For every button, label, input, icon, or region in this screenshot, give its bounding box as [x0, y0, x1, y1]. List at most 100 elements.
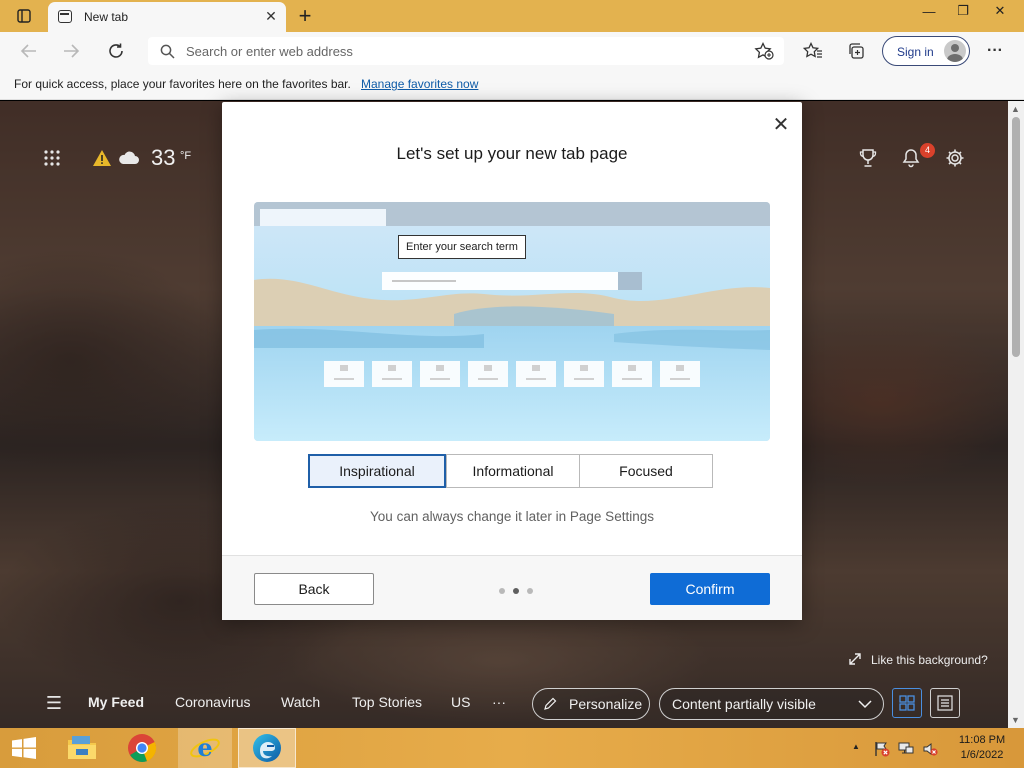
step-dot-1 — [499, 588, 505, 594]
forward-nav-button[interactable] — [58, 39, 84, 63]
svg-text:e: e — [197, 733, 212, 762]
avatar — [944, 40, 966, 62]
bell-icon — [902, 149, 920, 168]
file-explorer-icon[interactable] — [58, 728, 106, 768]
action-center-flag-icon[interactable] — [874, 741, 890, 757]
close-window-button[interactable]: ✕ — [982, 0, 1018, 22]
add-favorite-icon[interactable] — [754, 42, 774, 60]
new-tab-page-icon — [58, 10, 72, 23]
app-launcher-button[interactable] — [40, 146, 64, 170]
address-bar[interactable] — [148, 37, 784, 65]
tab-title: New tab — [84, 10, 129, 24]
sign-in-label: Sign in — [897, 45, 934, 59]
browser-toolbar: Sign in ··· — [0, 32, 1024, 70]
trophy-icon — [859, 149, 877, 167]
preview-tooltip: Enter your search term — [398, 235, 526, 259]
personalize-button[interactable]: Personalize — [532, 688, 650, 720]
feed-tab-watch[interactable]: Watch — [281, 694, 320, 710]
taskbar: e ▲ 11:08 PM 1/6/2022 — [0, 728, 1024, 768]
confirm-button[interactable]: Confirm — [650, 573, 770, 605]
feed-tab-my-feed[interactable]: My Feed — [88, 694, 144, 710]
back-nav-button[interactable] — [16, 39, 42, 63]
feed-more-button[interactable]: ··· — [492, 694, 506, 710]
minimize-button[interactable]: — — [912, 0, 946, 22]
tab-actions-icon[interactable] — [14, 7, 34, 25]
page-scrollbar[interactable]: ▲ ▼ — [1008, 101, 1024, 728]
windows-logo-icon — [12, 737, 36, 759]
show-hidden-icons-icon[interactable]: ▲ — [852, 742, 860, 751]
favorites-icon — [803, 42, 822, 58]
pencil-icon — [544, 697, 557, 710]
close-tab-button[interactable]: ✕ — [262, 7, 280, 25]
content-visibility-select[interactable]: Content partially visible — [659, 688, 884, 720]
option-inspirational[interactable]: Inspirational — [308, 454, 446, 488]
scroll-down-icon[interactable]: ▼ — [1011, 715, 1020, 725]
cloud-icon[interactable] — [117, 148, 141, 168]
weather-temperature[interactable]: 33 — [151, 145, 175, 171]
edge-icon[interactable] — [238, 728, 296, 768]
feed-tab-top-stories[interactable]: Top Stories — [352, 694, 422, 710]
like-background-label: Like this background? — [871, 653, 988, 667]
title-bar: New tab ✕ + — ❐ ✕ — [0, 0, 1024, 32]
personalize-label: Personalize — [569, 696, 643, 712]
plus-icon: + — [298, 3, 312, 28]
gear-icon — [946, 149, 964, 167]
feed-tab-coronavirus[interactable]: Coronavirus — [175, 694, 250, 710]
refresh-button[interactable] — [103, 39, 129, 63]
settings-more-button[interactable]: ··· — [982, 39, 1008, 63]
option-informational[interactable]: Informational — [446, 454, 580, 488]
tab-new-tab[interactable]: New tab ✕ — [48, 2, 286, 32]
start-button[interactable] — [0, 728, 48, 768]
weather-alert-icon[interactable] — [91, 148, 113, 168]
restore-button[interactable]: ❐ — [946, 0, 980, 22]
list-layout-button[interactable] — [930, 688, 960, 718]
clock-date: 1/6/2022 — [960, 749, 1004, 761]
notifications-badge: 4 — [920, 143, 935, 158]
favorites-button[interactable] — [800, 39, 826, 63]
list-view-icon — [937, 695, 953, 711]
network-icon[interactable] — [898, 741, 914, 757]
more-icon: ··· — [987, 42, 1003, 59]
option-focused[interactable]: Focused — [579, 454, 713, 488]
scroll-thumb[interactable] — [1012, 117, 1020, 357]
arrow-right-icon — [64, 44, 80, 58]
apps-grid-icon — [44, 150, 60, 166]
sign-in-button[interactable]: Sign in — [882, 36, 970, 66]
feed-menu-button[interactable]: ☰ — [44, 692, 64, 713]
restore-icon: ❐ — [957, 3, 969, 18]
dialog-title: Let's set up your new tab page — [396, 144, 628, 163]
hamburger-icon: ☰ — [45, 692, 63, 713]
collections-button[interactable] — [843, 39, 869, 63]
internet-explorer-icon[interactable]: e — [178, 728, 232, 768]
feed-tab-us[interactable]: US — [451, 694, 470, 710]
scroll-up-icon[interactable]: ▲ — [1011, 104, 1020, 114]
clock-time: 11:08 PM — [958, 734, 1006, 746]
new-tab-button[interactable]: + — [292, 3, 318, 28]
close-icon: ✕ — [994, 3, 1006, 18]
favorites-bar: For quick access, place your favorites h… — [0, 70, 1024, 100]
chrome-icon[interactable] — [118, 728, 166, 768]
grid-layout-button[interactable] — [892, 688, 922, 718]
page-settings-button[interactable] — [943, 146, 967, 170]
system-clock[interactable]: 11:08 PM 1/6/2022 — [952, 733, 1012, 763]
rewards-button[interactable] — [856, 147, 880, 169]
step-dot-3 — [527, 588, 533, 594]
setup-dialog: ✕ Let's set up your new tab page Enter y… — [222, 102, 802, 620]
weather-unit: °F — [180, 150, 192, 162]
collections-icon — [849, 43, 864, 59]
volume-muted-icon[interactable] — [922, 741, 938, 757]
step-dot-2 — [513, 588, 519, 594]
back-button[interactable]: Back — [254, 573, 374, 605]
favorites-bar-message: For quick access, place your favorites h… — [14, 77, 351, 91]
minimize-icon: — — [922, 3, 936, 19]
close-dialog-button[interactable]: ✕ — [772, 115, 790, 135]
expand-icon — [849, 653, 861, 665]
refresh-icon — [109, 43, 123, 58]
settings-hint: You can always change it later in Page S… — [370, 509, 654, 524]
chevron-down-icon — [858, 700, 872, 709]
content-visibility-value: Content partially visible — [672, 696, 816, 712]
arrow-left-icon — [20, 44, 36, 58]
address-input[interactable] — [186, 42, 746, 60]
manage-favorites-link[interactable]: Manage favorites now — [361, 77, 478, 91]
grid-view-icon — [899, 695, 915, 711]
